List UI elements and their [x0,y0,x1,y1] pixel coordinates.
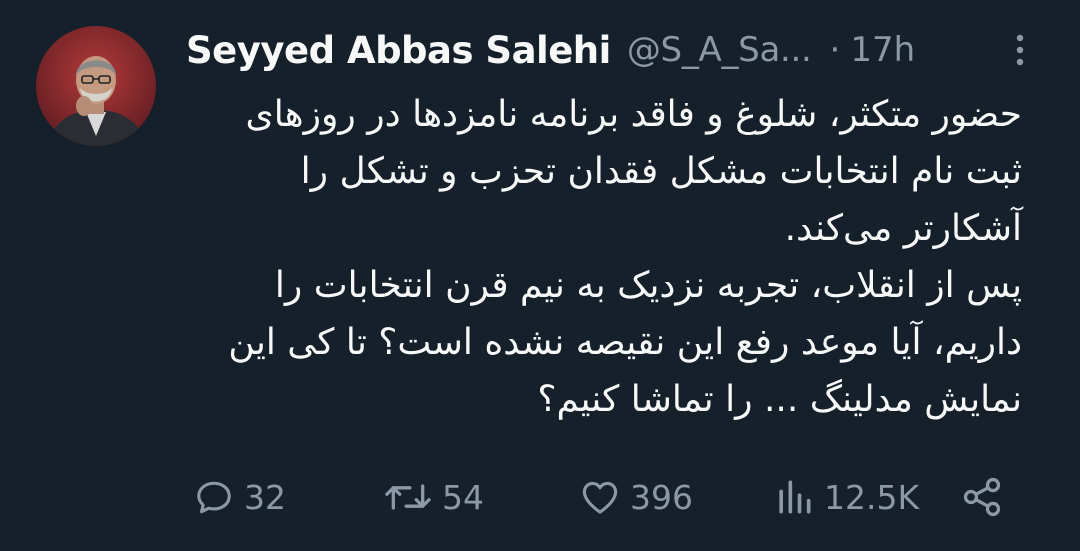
share-icon [960,475,1004,519]
avatar[interactable] [36,26,156,146]
reply-count: 32 [244,477,286,517]
reply-icon [192,475,236,519]
timestamp[interactable]: 17h [850,30,915,70]
tweet-header: Seyyed Abbas Salehi @S_A_Sa... · 17h [186,22,915,78]
views-icon [772,475,816,519]
display-name[interactable]: Seyyed Abbas Salehi [186,29,611,72]
views-count: 12.5K [824,477,920,517]
tweet[interactable]: Seyyed Abbas Salehi @S_A_Sa... · 17h حضو… [0,0,1080,551]
share-button[interactable] [960,468,1004,526]
user-handle[interactable]: @S_A_Sa... [627,30,812,70]
like-count: 396 [630,477,693,517]
retweet-button[interactable]: 54 [382,468,484,526]
action-bar: 32 54 396 12.5K [0,468,1080,526]
avatar-image [36,26,156,146]
heart-icon [578,475,622,519]
views-button[interactable]: 12.5K [772,468,919,526]
tweet-text: حضور متکثر، شلوغ و فاقد برنامه نامزدها د… [228,94,1022,420]
separator-dot: · [829,30,841,70]
retweet-icon [382,475,434,519]
reply-button[interactable]: 32 [192,468,286,526]
more-vertical-icon[interactable] [1010,30,1030,70]
retweet-count: 54 [442,477,484,517]
like-button[interactable]: 396 [578,468,693,526]
